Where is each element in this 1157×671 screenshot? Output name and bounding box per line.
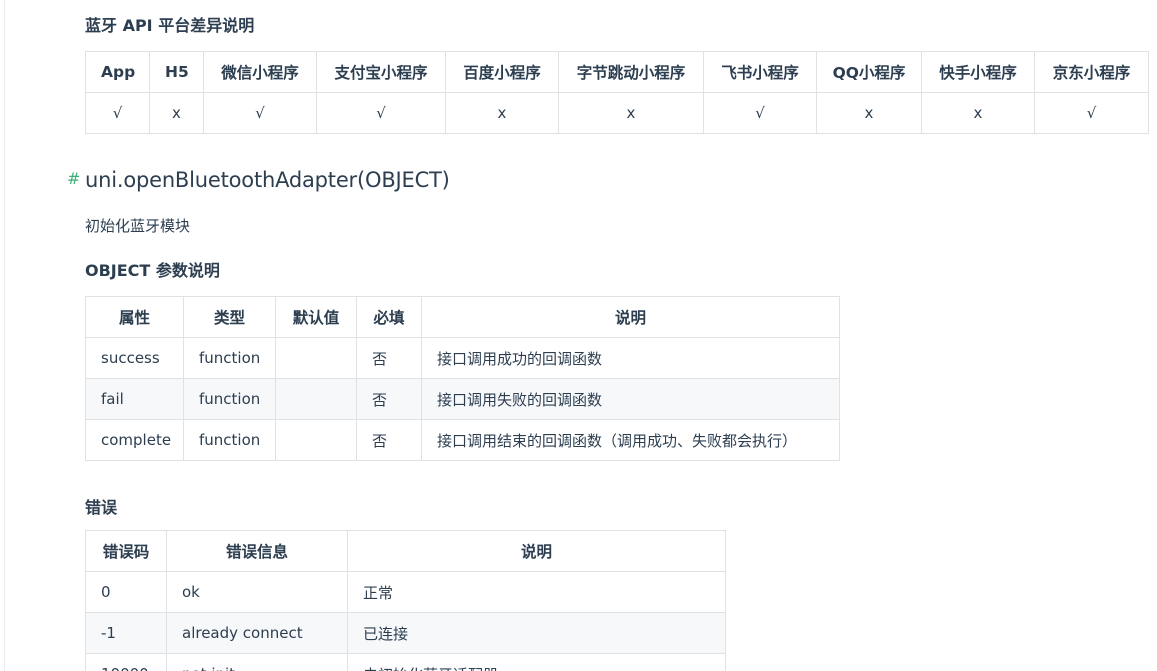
- support-mark: √: [85, 92, 150, 134]
- table-row: success function 否 接口调用成功的回调函数: [85, 337, 840, 379]
- param-description: 接口调用成功的回调函数: [421, 337, 840, 379]
- params-title: OBJECT 参数说明: [85, 261, 220, 280]
- errors-header: 错误码: [85, 530, 167, 572]
- support-mark: x: [149, 92, 204, 134]
- errors-title: 错误: [85, 498, 118, 517]
- platform-header: H5: [149, 51, 204, 93]
- api-description: 初始化蓝牙模块: [85, 217, 191, 235]
- support-mark: √: [316, 92, 446, 134]
- param-description: 接口调用结束的回调函数（调用成功、失败都会执行）: [421, 419, 840, 461]
- table-row: complete function 否 接口调用结束的回调函数（调用成功、失败都…: [85, 419, 840, 461]
- param-default: [275, 419, 357, 461]
- table-row: 0 ok 正常: [85, 571, 726, 613]
- support-mark: √: [703, 92, 817, 134]
- table-row: fail function 否 接口调用失败的回调函数: [85, 378, 840, 420]
- param-default: [275, 337, 357, 379]
- param-description: 接口调用失败的回调函数: [421, 378, 840, 420]
- platform-header: 支付宝小程序: [316, 51, 446, 93]
- param-type: function: [183, 419, 276, 461]
- param-required: 否: [356, 378, 422, 420]
- error-code: -1: [85, 612, 167, 654]
- table-row: 10000 not init 未初始化蓝牙适配器: [85, 653, 726, 671]
- error-description: 正常: [347, 571, 726, 613]
- support-mark: x: [558, 92, 704, 134]
- error-message: ok: [166, 571, 348, 613]
- platform-diff-title: 蓝牙 API 平台差异说明: [85, 16, 255, 35]
- error-code: 10000: [85, 653, 167, 671]
- platform-header: QQ小程序: [816, 51, 922, 93]
- platform-header: 百度小程序: [445, 51, 559, 93]
- param-name: complete: [85, 419, 184, 461]
- params-header: 默认值: [275, 296, 357, 338]
- platform-header: 飞书小程序: [703, 51, 817, 93]
- param-type: function: [183, 378, 276, 420]
- error-message: already connect: [166, 612, 348, 654]
- header-anchor-link[interactable]: #: [67, 169, 81, 188]
- param-required: 否: [356, 419, 422, 461]
- error-code: 0: [85, 571, 167, 613]
- params-header: 说明: [421, 296, 840, 338]
- error-description: 未初始化蓝牙适配器: [347, 653, 726, 671]
- error-message: not init: [166, 653, 348, 671]
- param-required: 否: [356, 337, 422, 379]
- left-divider: [4, 0, 5, 671]
- platform-support-row: √ x √ √ x x √ x x √: [85, 92, 1149, 134]
- params-header-row: 属性 类型 默认值 必填 说明: [85, 296, 840, 338]
- table-row: -1 already connect 已连接: [85, 612, 726, 654]
- errors-table: 错误码 错误信息 说明 0 ok 正常 -1 already connect 已…: [85, 530, 726, 671]
- support-mark: √: [203, 92, 317, 134]
- platform-table: App H5 微信小程序 支付宝小程序 百度小程序 字节跳动小程序 飞书小程序 …: [85, 51, 1149, 134]
- errors-header: 错误信息: [166, 530, 348, 572]
- params-header: 类型: [183, 296, 276, 338]
- errors-header-row: 错误码 错误信息 说明: [85, 530, 726, 572]
- api-name: uni.openBluetoothAdapter(OBJECT): [85, 168, 450, 192]
- platform-header: 字节跳动小程序: [558, 51, 704, 93]
- param-name: success: [85, 337, 184, 379]
- errors-header: 说明: [347, 530, 726, 572]
- support-mark: x: [816, 92, 922, 134]
- platform-header-row: App H5 微信小程序 支付宝小程序 百度小程序 字节跳动小程序 飞书小程序 …: [85, 51, 1149, 93]
- platform-header: App: [85, 51, 150, 93]
- params-header: 属性: [85, 296, 184, 338]
- support-mark: √: [1034, 92, 1149, 134]
- param-name: fail: [85, 378, 184, 420]
- api-heading: # uni.openBluetoothAdapter(OBJECT): [67, 168, 450, 192]
- error-description: 已连接: [347, 612, 726, 654]
- params-table: 属性 类型 默认值 必填 说明 success function 否 接口调用成…: [85, 296, 840, 461]
- support-mark: x: [445, 92, 559, 134]
- support-mark: x: [921, 92, 1035, 134]
- params-header: 必填: [356, 296, 422, 338]
- platform-header: 快手小程序: [921, 51, 1035, 93]
- platform-header: 京东小程序: [1034, 51, 1149, 93]
- param-default: [275, 378, 357, 420]
- platform-header: 微信小程序: [203, 51, 317, 93]
- param-type: function: [183, 337, 276, 379]
